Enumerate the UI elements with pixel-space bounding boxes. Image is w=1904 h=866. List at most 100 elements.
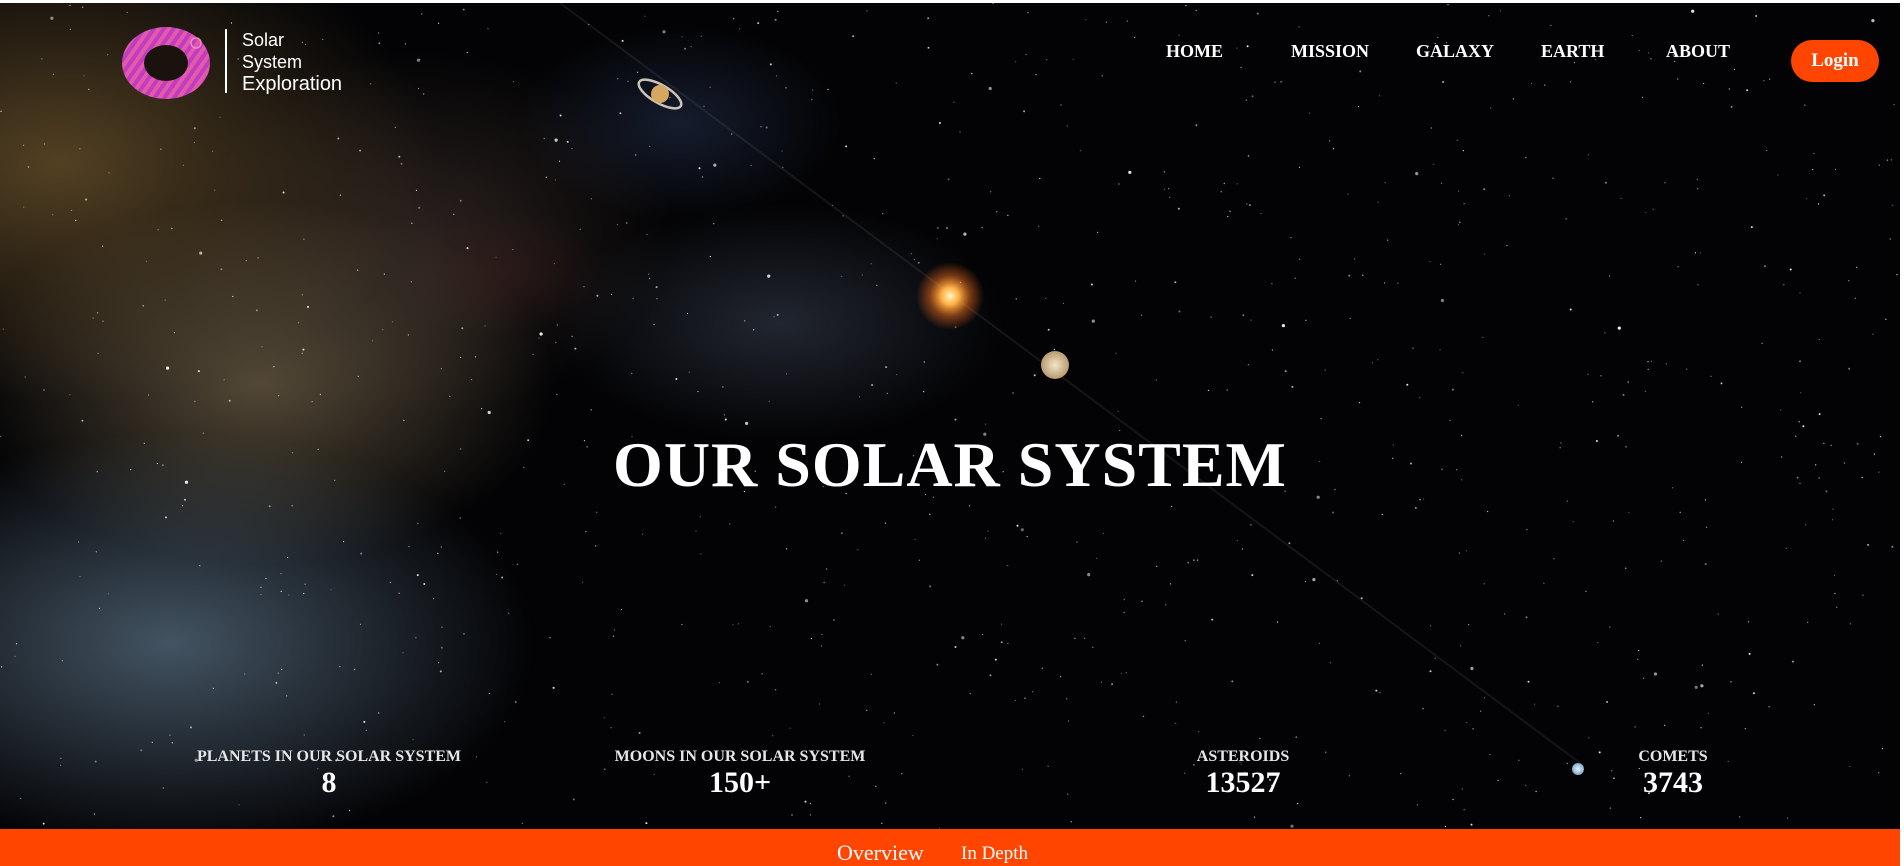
star [1789,268,1792,271]
star [1251,574,1254,577]
star [1260,212,1262,215]
star [610,727,612,729]
star [1097,231,1099,233]
star [852,35,855,38]
star [407,334,409,336]
star [1444,729,1446,731]
star [1508,195,1510,197]
star [0,110,2,112]
star [1240,66,1242,69]
star [500,532,502,534]
star [83,75,85,77]
star [265,577,267,580]
star [1834,592,1836,595]
star [1640,817,1642,819]
brand-logo[interactable]: Solar System Exploration [120,21,360,101]
star [440,546,442,548]
star [1039,177,1041,180]
tab-in-depth[interactable]: In Depth [961,843,1028,865]
star [1802,425,1805,428]
star [709,86,711,88]
star [1087,573,1091,577]
star [1650,360,1652,362]
nav-about[interactable]: ABOUT [1666,41,1730,62]
star [1033,374,1036,377]
star [1612,777,1615,780]
star [1645,211,1647,213]
star [102,245,104,247]
star [1739,816,1741,818]
star [1526,528,1528,531]
star [93,813,95,815]
star [833,619,835,621]
star [1483,253,1486,255]
star [1032,691,1034,693]
star [43,143,46,145]
star [98,607,101,610]
star [1047,765,1049,767]
star [108,172,110,174]
star [841,275,843,277]
star [1400,773,1402,775]
star [1700,684,1704,688]
nav-mission[interactable]: MISSION [1291,41,1369,62]
star [171,742,173,744]
star [1531,82,1533,85]
star [1047,328,1050,331]
star [703,105,705,107]
star [1472,728,1474,730]
star [1483,188,1486,191]
star [1406,383,1409,386]
star [1783,284,1785,286]
star [521,822,523,824]
star [761,673,763,675]
star [772,735,774,737]
star [1415,172,1419,176]
star [440,368,442,370]
star [1185,5,1187,7]
star [1332,511,1335,514]
stat-value: 13527 [1205,766,1281,799]
star [382,329,384,331]
star [417,87,420,90]
star [1854,297,1856,299]
star [1223,182,1225,185]
star [1123,599,1125,601]
star [985,537,987,540]
star [107,54,109,56]
star [1236,539,1238,542]
star [244,673,246,675]
star [775,75,778,77]
star [549,637,551,639]
nav-home[interactable]: HOME [1166,41,1223,62]
tab-overview[interactable]: Overview [837,840,924,866]
star [953,101,955,103]
star [394,126,396,128]
star [1060,104,1062,106]
star [1271,283,1273,285]
nav-galaxy[interactable]: GALAXY [1416,41,1494,62]
star [1761,342,1763,344]
star [994,658,997,661]
star [342,541,345,543]
star [1652,208,1654,210]
star [212,687,214,690]
nav-earth[interactable]: EARTH [1541,41,1604,62]
star [621,39,624,42]
star [1892,204,1894,206]
star [1024,697,1026,699]
star [1348,775,1350,777]
star [280,573,282,575]
star [438,22,440,24]
login-button[interactable]: Login [1791,40,1879,82]
star [632,297,634,299]
star [620,608,622,611]
star [954,646,957,648]
star [1299,258,1301,260]
star [92,317,94,319]
star [1627,381,1629,383]
star [1600,375,1602,377]
star [301,294,303,296]
star [403,419,405,422]
star [1312,578,1316,582]
